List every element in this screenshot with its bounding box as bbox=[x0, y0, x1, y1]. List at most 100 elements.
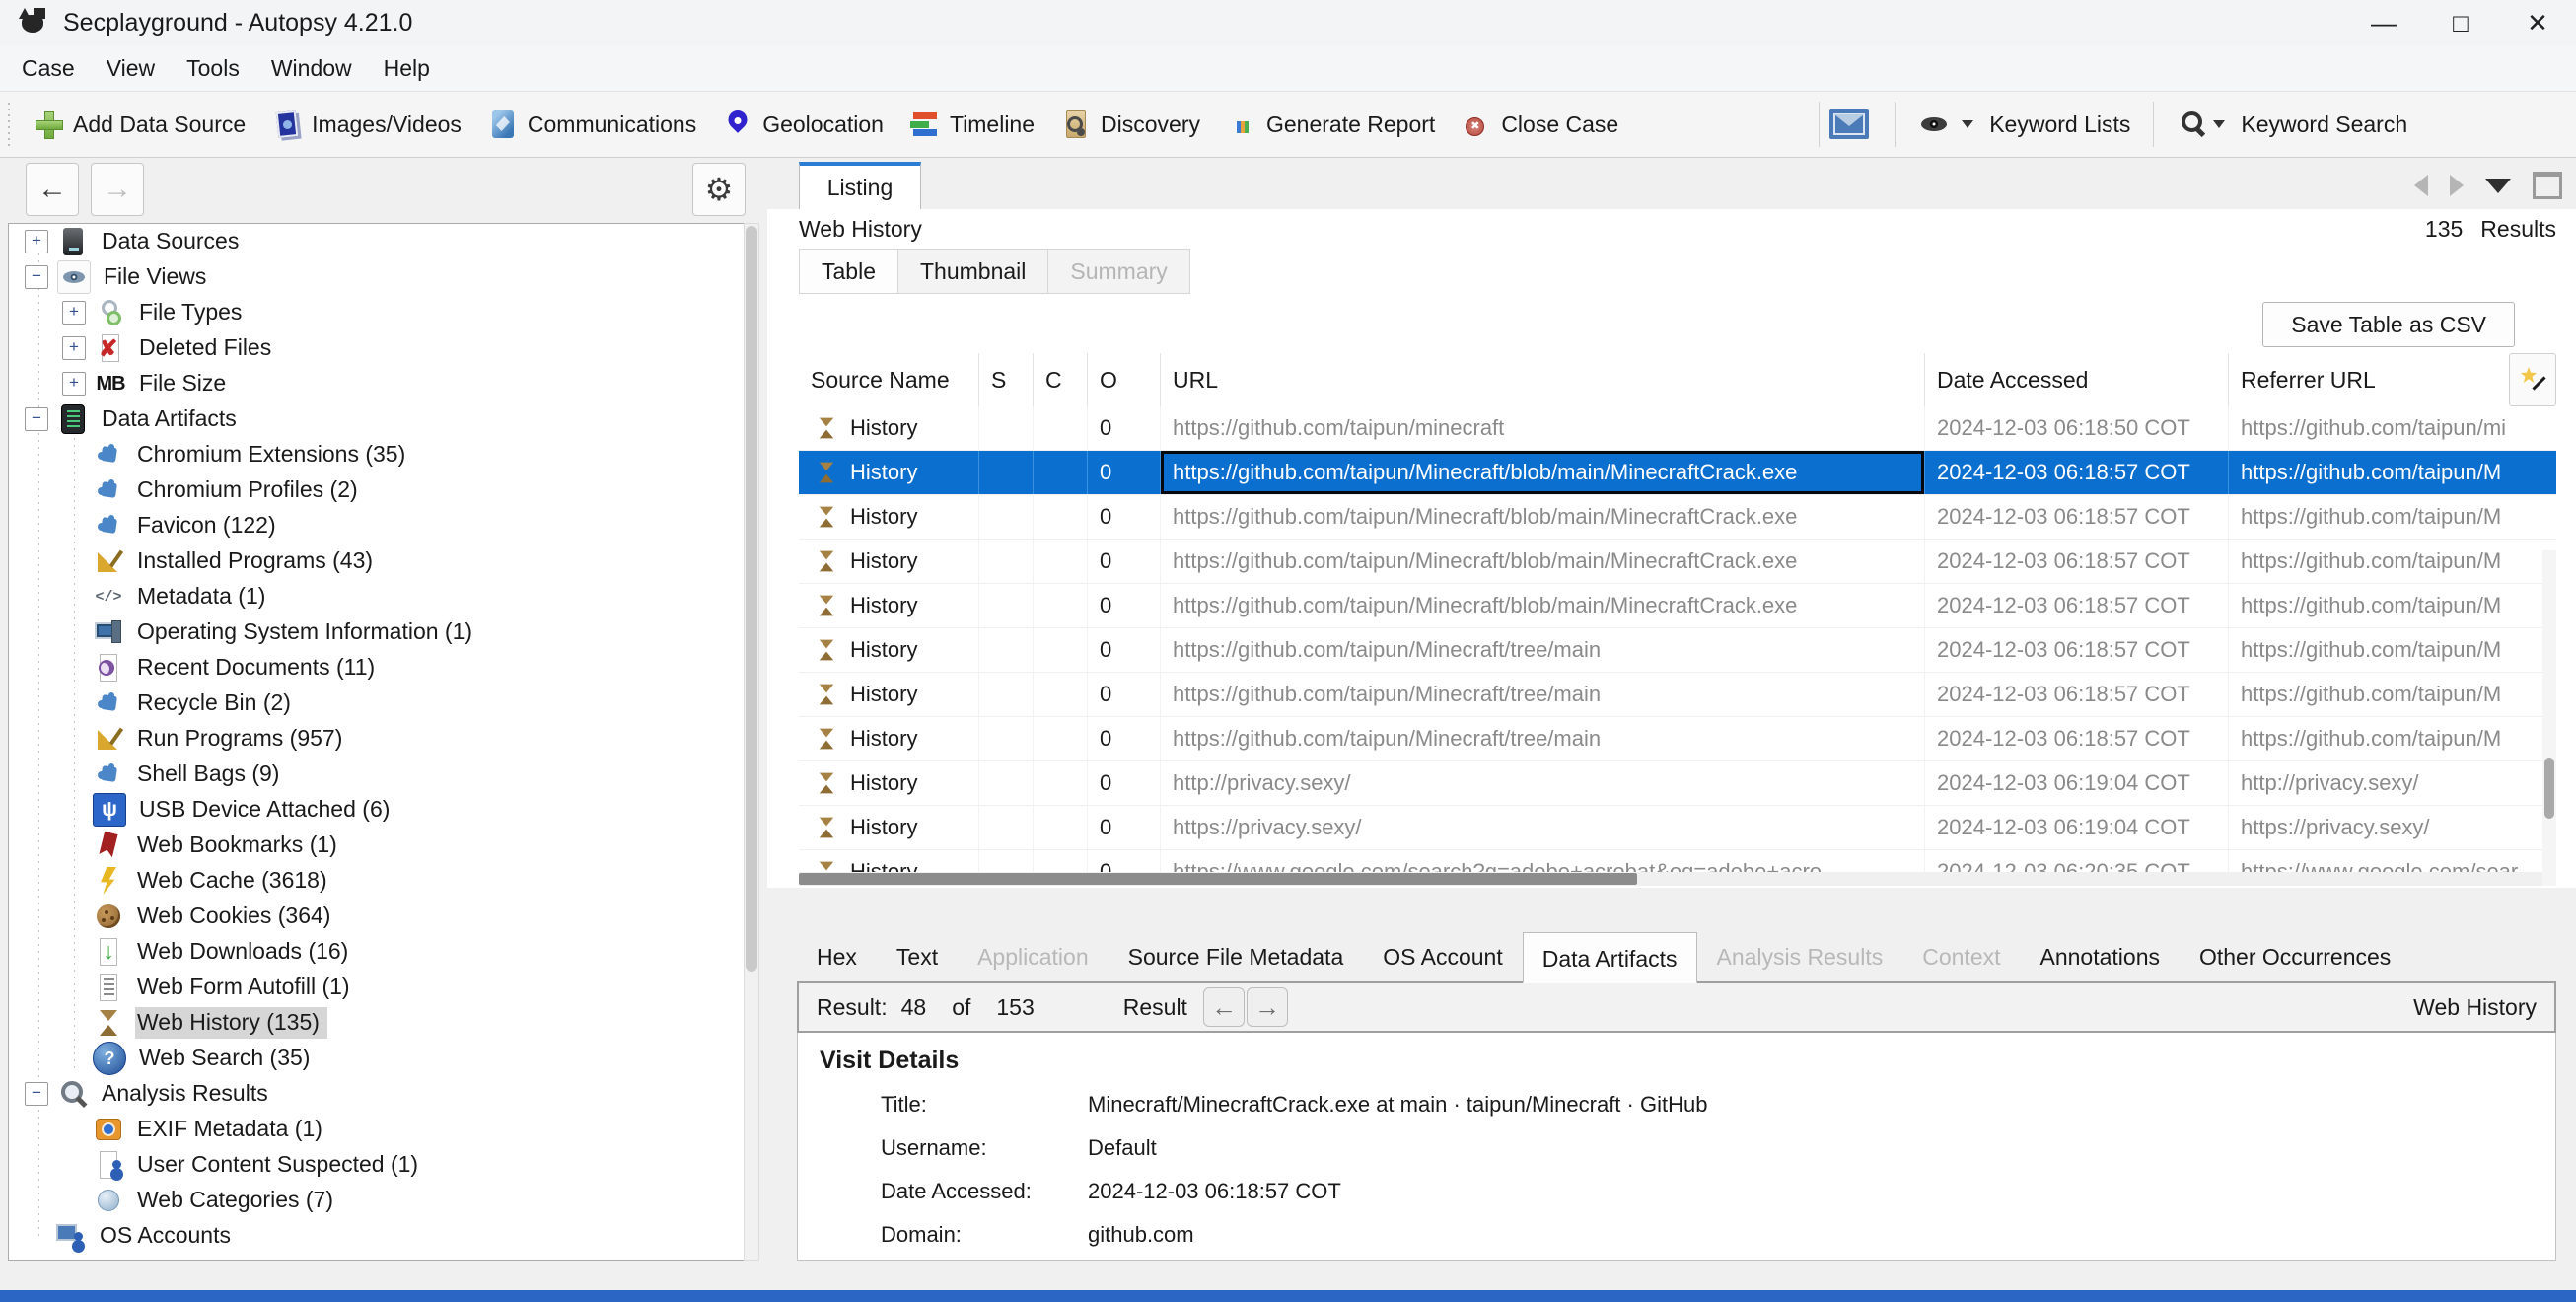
tree-scrollbar-thumb[interactable] bbox=[746, 226, 757, 972]
tree-item[interactable]: Favicon (122) bbox=[9, 508, 745, 543]
column-header-s[interactable]: S bbox=[979, 353, 1034, 406]
back-button[interactable]: ← bbox=[26, 163, 79, 216]
close-button[interactable]: ✕ bbox=[2499, 0, 2576, 45]
tree-item[interactable]: Chromium Profiles (2) bbox=[9, 472, 745, 508]
table-horizontal-scrollbar[interactable] bbox=[799, 872, 2556, 886]
toolbar-button[interactable]: Generate Report bbox=[1213, 97, 1448, 152]
maximize-button[interactable]: □ bbox=[2422, 0, 2499, 45]
tree-item[interactable]: − Analysis Results bbox=[9, 1076, 745, 1112]
column-header-referrer-url[interactable]: Referrer URL bbox=[2229, 353, 2509, 406]
tree-item[interactable]: User Content Suspected (1) bbox=[9, 1147, 745, 1183]
table-row[interactable]: History 0 https://privacy.sexy/ 2024-12-… bbox=[799, 806, 2556, 850]
tree-item[interactable]: Web Form Autofill (1) bbox=[9, 970, 745, 1005]
tab-listing[interactable]: Listing bbox=[799, 162, 921, 210]
view-tab[interactable]: Table bbox=[799, 249, 898, 294]
next-result-button[interactable]: → bbox=[1246, 987, 1288, 1027]
toolbar-button[interactable]: Timeline bbox=[896, 97, 1047, 152]
tree-expander[interactable]: + bbox=[62, 301, 86, 325]
tree-item[interactable]: USB Device Attached (6) bbox=[9, 792, 745, 828]
minimize-button[interactable]: — bbox=[2345, 0, 2422, 45]
menu-item[interactable]: Case bbox=[6, 49, 91, 88]
maximize-panel-icon[interactable] bbox=[2533, 172, 2562, 199]
tree-item[interactable]: Recent Documents (11) bbox=[9, 650, 745, 686]
tree-item[interactable]: Installed Programs (43) bbox=[9, 543, 745, 579]
tree-item[interactable]: Recycle Bin (2) bbox=[9, 686, 745, 721]
table-row[interactable]: History 0 https://github.com/taipun/Mine… bbox=[799, 584, 2556, 628]
tree-item[interactable]: − Data Artifacts bbox=[9, 401, 745, 437]
table-vertical-scrollbar[interactable] bbox=[2542, 550, 2556, 886]
table-row[interactable]: History 0 https://github.com/taipun/Mine… bbox=[799, 673, 2556, 717]
keyword-search-button[interactable]: Keyword Search bbox=[2164, 97, 2420, 152]
previous-result-button[interactable]: ← bbox=[1202, 987, 1245, 1027]
menu-item[interactable]: View bbox=[91, 49, 171, 88]
content-viewer-tab[interactable]: Context bbox=[1902, 934, 2020, 981]
tree-expander[interactable]: − bbox=[25, 407, 48, 431]
tree-item[interactable]: Web History (135) bbox=[9, 1005, 745, 1041]
content-viewer-tab[interactable]: Application bbox=[958, 934, 1109, 981]
content-viewer-tab[interactable]: Data Artifacts bbox=[1522, 932, 1697, 983]
tree-item[interactable]: Web Cache (3618) bbox=[9, 863, 745, 899]
table-row[interactable]: History 0 https://github.com/taipun/Mine… bbox=[799, 540, 2556, 584]
tree-item[interactable]: Chromium Extensions (35) bbox=[9, 437, 745, 472]
tree-item[interactable]: Web Cookies (364) bbox=[9, 899, 745, 934]
tab-list-dropdown-icon[interactable] bbox=[2485, 178, 2511, 193]
view-tab[interactable]: Summary bbox=[1047, 249, 1190, 294]
table-vertical-scrollbar-thumb[interactable] bbox=[2544, 758, 2554, 819]
tree-item[interactable]: EXIF Metadata (1) bbox=[9, 1112, 745, 1147]
content-viewer-tab[interactable]: Hex bbox=[797, 934, 877, 981]
content-viewer-tab[interactable]: Text bbox=[877, 934, 958, 981]
tree-expander[interactable]: + bbox=[62, 372, 86, 396]
column-header-o[interactable]: O bbox=[1088, 353, 1161, 406]
menu-item[interactable]: Tools bbox=[171, 49, 255, 88]
tree-item[interactable]: − File Views bbox=[9, 259, 745, 295]
tree-item[interactable]: Operating System Information (1) bbox=[9, 615, 745, 650]
content-viewer-tab[interactable]: Other Occurrences bbox=[2180, 934, 2410, 981]
toolbar-button[interactable]: Discovery bbox=[1047, 97, 1213, 152]
column-header-source-name[interactable]: Source Name bbox=[799, 353, 979, 406]
table-row[interactable]: History 0 https://github.com/taipun/Mine… bbox=[799, 451, 2556, 495]
content-viewer-tab[interactable]: OS Account bbox=[1363, 934, 1522, 981]
tree-item[interactable]: + File Types bbox=[9, 295, 745, 330]
menu-item[interactable]: Help bbox=[368, 49, 446, 88]
toolbar-button[interactable]: Images/Videos bbox=[258, 97, 474, 152]
toolbar-button[interactable]: Close Case bbox=[1448, 97, 1631, 152]
content-viewer-tab[interactable]: Source File Metadata bbox=[1109, 934, 1364, 981]
tree-item[interactable]: + Data Sources bbox=[9, 224, 745, 259]
tree-item[interactable]: + File Size bbox=[9, 366, 745, 401]
table-row[interactable]: History 0 https://www.google.com/search?… bbox=[799, 850, 2556, 872]
toolbar-button[interactable]: Add Data Source bbox=[20, 97, 258, 152]
tree-item[interactable]: + Deleted Files bbox=[9, 330, 745, 366]
tree-item[interactable]: Web Downloads (16) bbox=[9, 934, 745, 970]
column-header-url[interactable]: URL bbox=[1161, 353, 1925, 406]
table-row[interactable]: History 0 https://github.com/taipun/Mine… bbox=[799, 628, 2556, 673]
column-settings-button[interactable] bbox=[2509, 353, 2556, 406]
tree-item[interactable]: Web Bookmarks (1) bbox=[9, 828, 745, 863]
column-header-date-accessed[interactable]: Date Accessed bbox=[1925, 353, 2229, 406]
table-row[interactable]: History 0 https://github.com/taipun/mine… bbox=[799, 406, 2556, 451]
save-table-as-csv-button[interactable]: Save Table as CSV bbox=[2262, 302, 2515, 347]
content-viewer-tab[interactable]: Analysis Results bbox=[1697, 934, 1903, 981]
tree-item[interactable]: Run Programs (957) bbox=[9, 721, 745, 757]
keyword-lists-button[interactable]: Keyword Lists bbox=[1905, 97, 2143, 152]
column-header-c[interactable]: C bbox=[1034, 353, 1088, 406]
content-viewer-tab[interactable]: Annotations bbox=[2021, 934, 2180, 981]
view-tab[interactable]: Thumbnail bbox=[896, 249, 1049, 294]
table-row[interactable]: History 0 https://github.com/taipun/Mine… bbox=[799, 495, 2556, 540]
toolbar-button[interactable]: Communications bbox=[474, 97, 709, 152]
scroll-tabs-right-icon[interactable] bbox=[2450, 175, 2464, 196]
tree-item[interactable]: Web Search (35) bbox=[9, 1041, 745, 1076]
scroll-tabs-left-icon[interactable] bbox=[2414, 175, 2428, 196]
tree-item[interactable]: Metadata (1) bbox=[9, 579, 745, 615]
tree-expander[interactable]: − bbox=[25, 1082, 48, 1106]
tree-scrollbar[interactable] bbox=[744, 223, 759, 1261]
tree-expander[interactable]: + bbox=[25, 230, 48, 253]
tree-expander[interactable]: − bbox=[25, 265, 48, 289]
tree-item[interactable]: Shell Bags (9) bbox=[9, 757, 745, 792]
tree-item[interactable]: OS Accounts bbox=[9, 1218, 745, 1254]
table-row[interactable]: History 0 http://privacy.sexy/ 2024-12-0… bbox=[799, 761, 2556, 806]
table-row[interactable]: History 0 https://github.com/taipun/Mine… bbox=[799, 717, 2556, 761]
tree-settings-button[interactable] bbox=[692, 163, 746, 216]
table-horizontal-scrollbar-thumb[interactable] bbox=[799, 873, 1637, 885]
tree-expander[interactable]: + bbox=[62, 336, 86, 360]
forward-button[interactable]: → bbox=[91, 163, 144, 216]
